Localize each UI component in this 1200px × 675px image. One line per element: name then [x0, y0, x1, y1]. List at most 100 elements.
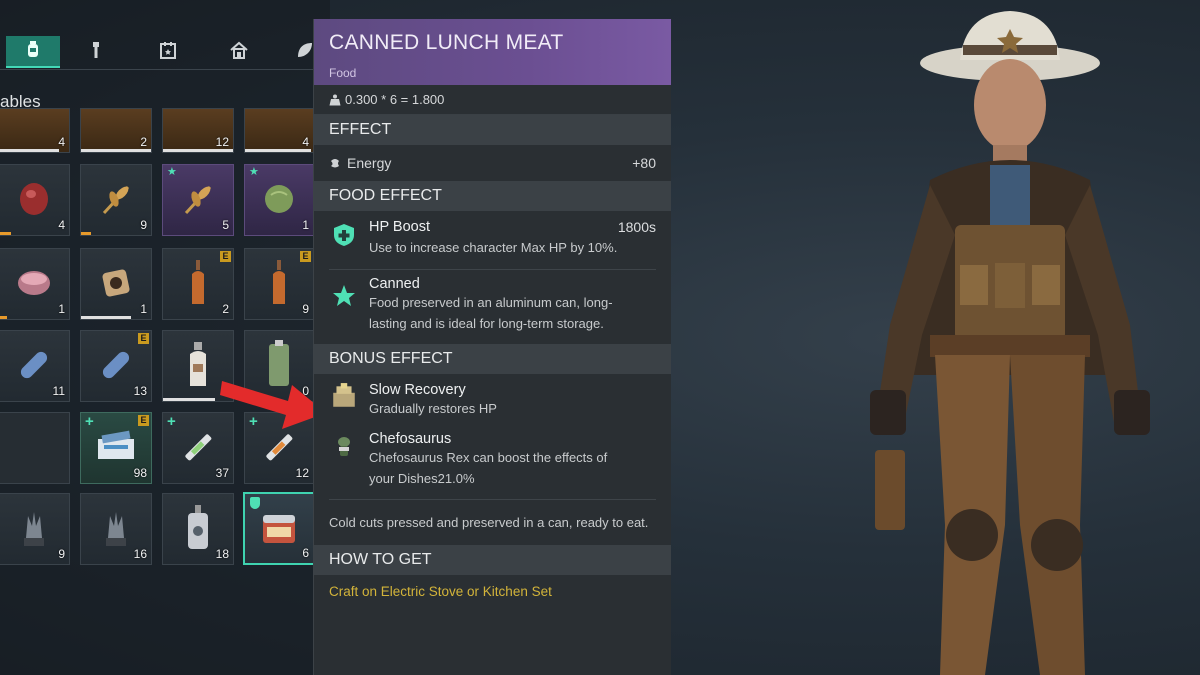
- inventory-slot[interactable]: E 13: [80, 330, 152, 402]
- slot-count: 9: [302, 302, 309, 316]
- weight-row: 0.300 * 6 = 1.800: [314, 85, 671, 115]
- bonus-effect-header: BONUS EFFECT: [314, 344, 671, 374]
- inventory-slot[interactable]: 1: [80, 248, 152, 320]
- inventory-grid: 4 2 12 4 4 9 ★ 5 ★ 1 1 1 E 2 E 9 11 E 13…: [0, 0, 330, 675]
- effect-header: EFFECT: [314, 115, 671, 145]
- soup-bowl-icon: [18, 270, 50, 295]
- freshness-bar: [81, 316, 131, 319]
- slow-recovery-desc: Gradually restores HP: [369, 401, 497, 416]
- medical-kit-icon: [98, 430, 134, 459]
- inventory-slot[interactable]: 12: [162, 108, 234, 153]
- canister-icon: [188, 504, 208, 549]
- inventory-slot[interactable]: 9: [0, 493, 70, 565]
- chefosaurus-icon: [338, 437, 350, 456]
- inventory-slot[interactable]: E 2: [162, 248, 234, 320]
- e-badge: E: [138, 333, 149, 344]
- plus-icon: +: [167, 413, 176, 430]
- inventory-slot[interactable]: + E 98: [80, 412, 152, 484]
- item-description: Cold cuts pressed and preserved in a can…: [329, 515, 649, 530]
- slot-count: 98: [133, 466, 147, 480]
- syringe-icon: [185, 433, 212, 460]
- hp-boost-desc: Use to increase character Max HP by 10%.: [369, 240, 618, 255]
- pill-icon: [20, 351, 48, 378]
- inventory-slot-selected[interactable]: 6: [243, 492, 315, 565]
- hp-shield-icon: [334, 224, 354, 246]
- hp-boost-duration: 1800s: [617, 219, 656, 235]
- inventory-slot[interactable]: 4: [244, 108, 314, 153]
- slot-count: 5: [222, 218, 229, 232]
- durability-bar: [81, 149, 151, 152]
- energy-value: +80: [632, 155, 656, 171]
- slot-count: 16: [133, 547, 147, 561]
- durability-bar: [245, 149, 311, 152]
- inventory-slot[interactable]: 9: [80, 164, 152, 236]
- slot-count: 9: [140, 218, 147, 232]
- slot-count: 6: [302, 546, 309, 560]
- inventory-slot[interactable]: 18: [162, 493, 234, 565]
- freshness-bar: [0, 316, 7, 319]
- weight-icon: [329, 94, 341, 105]
- inventory-slot[interactable]: 2: [80, 108, 152, 153]
- freshness-bar: [81, 232, 91, 235]
- inventory-slot[interactable]: 16: [80, 493, 152, 565]
- slot-count: 2: [140, 135, 147, 149]
- inventory-slot[interactable]: ★ 5: [162, 164, 234, 236]
- e-badge: E: [220, 251, 231, 262]
- item-tooltip: CANNED LUNCH MEAT Food 0.300 * 6 = 1.800…: [313, 19, 671, 675]
- slot-count: 12: [215, 135, 229, 149]
- item-header: CANNED LUNCH MEAT Food: [314, 19, 671, 85]
- toast-icon: [102, 269, 130, 297]
- canned-effect: Canned Food preserved in an aluminum can…: [314, 270, 671, 344]
- canned-name: Canned: [369, 276, 420, 292]
- energy-label: Energy: [347, 155, 392, 171]
- raw-meat-icon: [20, 182, 48, 215]
- energy-row: Energy +80: [314, 145, 671, 181]
- how-to-get-text: Craft on Electric Stove or Kitchen Set: [329, 584, 552, 599]
- slot-count: 4: [302, 135, 309, 149]
- slot-count: 9: [58, 547, 65, 561]
- sauce-bottle-icon: [192, 259, 204, 304]
- slot-count: 13: [133, 384, 147, 398]
- how-to-get-header: HOW TO GET: [314, 545, 671, 575]
- inventory-slot[interactable]: E 9: [244, 248, 314, 320]
- slow-recovery-name: Slow Recovery: [369, 382, 466, 398]
- chefosaurus-effect: Chefosaurus Chefosaurus Rex can boost th…: [314, 429, 671, 499]
- item-category: Food: [329, 66, 357, 80]
- inventory-slot[interactable]: [0, 412, 70, 484]
- character-model: [870, 11, 1150, 675]
- slot-count: 12: [295, 466, 309, 480]
- inventory-slot[interactable]: 4: [0, 164, 70, 236]
- wheat-icon: [184, 185, 212, 214]
- food-effect-header: FOOD EFFECT: [314, 181, 671, 211]
- slot-count: 18: [215, 547, 229, 561]
- slot-count: 4: [58, 135, 65, 149]
- cabbage-icon: [265, 184, 293, 213]
- supply-crate-icon: [333, 383, 355, 407]
- plus-icon: +: [85, 413, 94, 430]
- slot-count: 37: [215, 466, 229, 480]
- freshness-bar: [163, 398, 215, 401]
- slot-count: 4: [58, 218, 65, 232]
- slot-count: 1: [58, 302, 65, 316]
- milk-bottle-icon: [190, 341, 206, 386]
- canned-meat-icon: [263, 515, 295, 544]
- slot-count: 1: [140, 302, 147, 316]
- wheat-icon: [102, 185, 130, 214]
- chefosaurus-desc: Chefosaurus Rex can boost the effects of…: [369, 450, 608, 486]
- inventory-slot[interactable]: 4: [0, 108, 70, 153]
- star-icon: [333, 285, 355, 306]
- inventory-slot[interactable]: ★ 1: [244, 164, 314, 236]
- sauce-bottle-icon: [273, 259, 285, 304]
- canned-desc: Food preserved in an aluminum can, long-…: [369, 295, 613, 331]
- item-title: CANNED LUNCH MEAT: [329, 31, 564, 54]
- slot-count: 1: [302, 218, 309, 232]
- inventory-slot[interactable]: 11: [0, 330, 70, 402]
- durability-bar: [0, 149, 59, 152]
- pill-icon: [102, 351, 130, 378]
- inventory-slot[interactable]: 1: [0, 248, 70, 320]
- chefosaurus-name: Chefosaurus: [369, 431, 452, 447]
- inventory-panel: ables 4 2 12 4 4 9 ★ 5 ★ 1 1 1 E 2 E 9 1…: [0, 0, 330, 675]
- weight-value: 0.300 * 6 = 1.800: [345, 92, 445, 107]
- star-icon: ★: [167, 166, 177, 178]
- claw-trophy-icon: [24, 511, 44, 546]
